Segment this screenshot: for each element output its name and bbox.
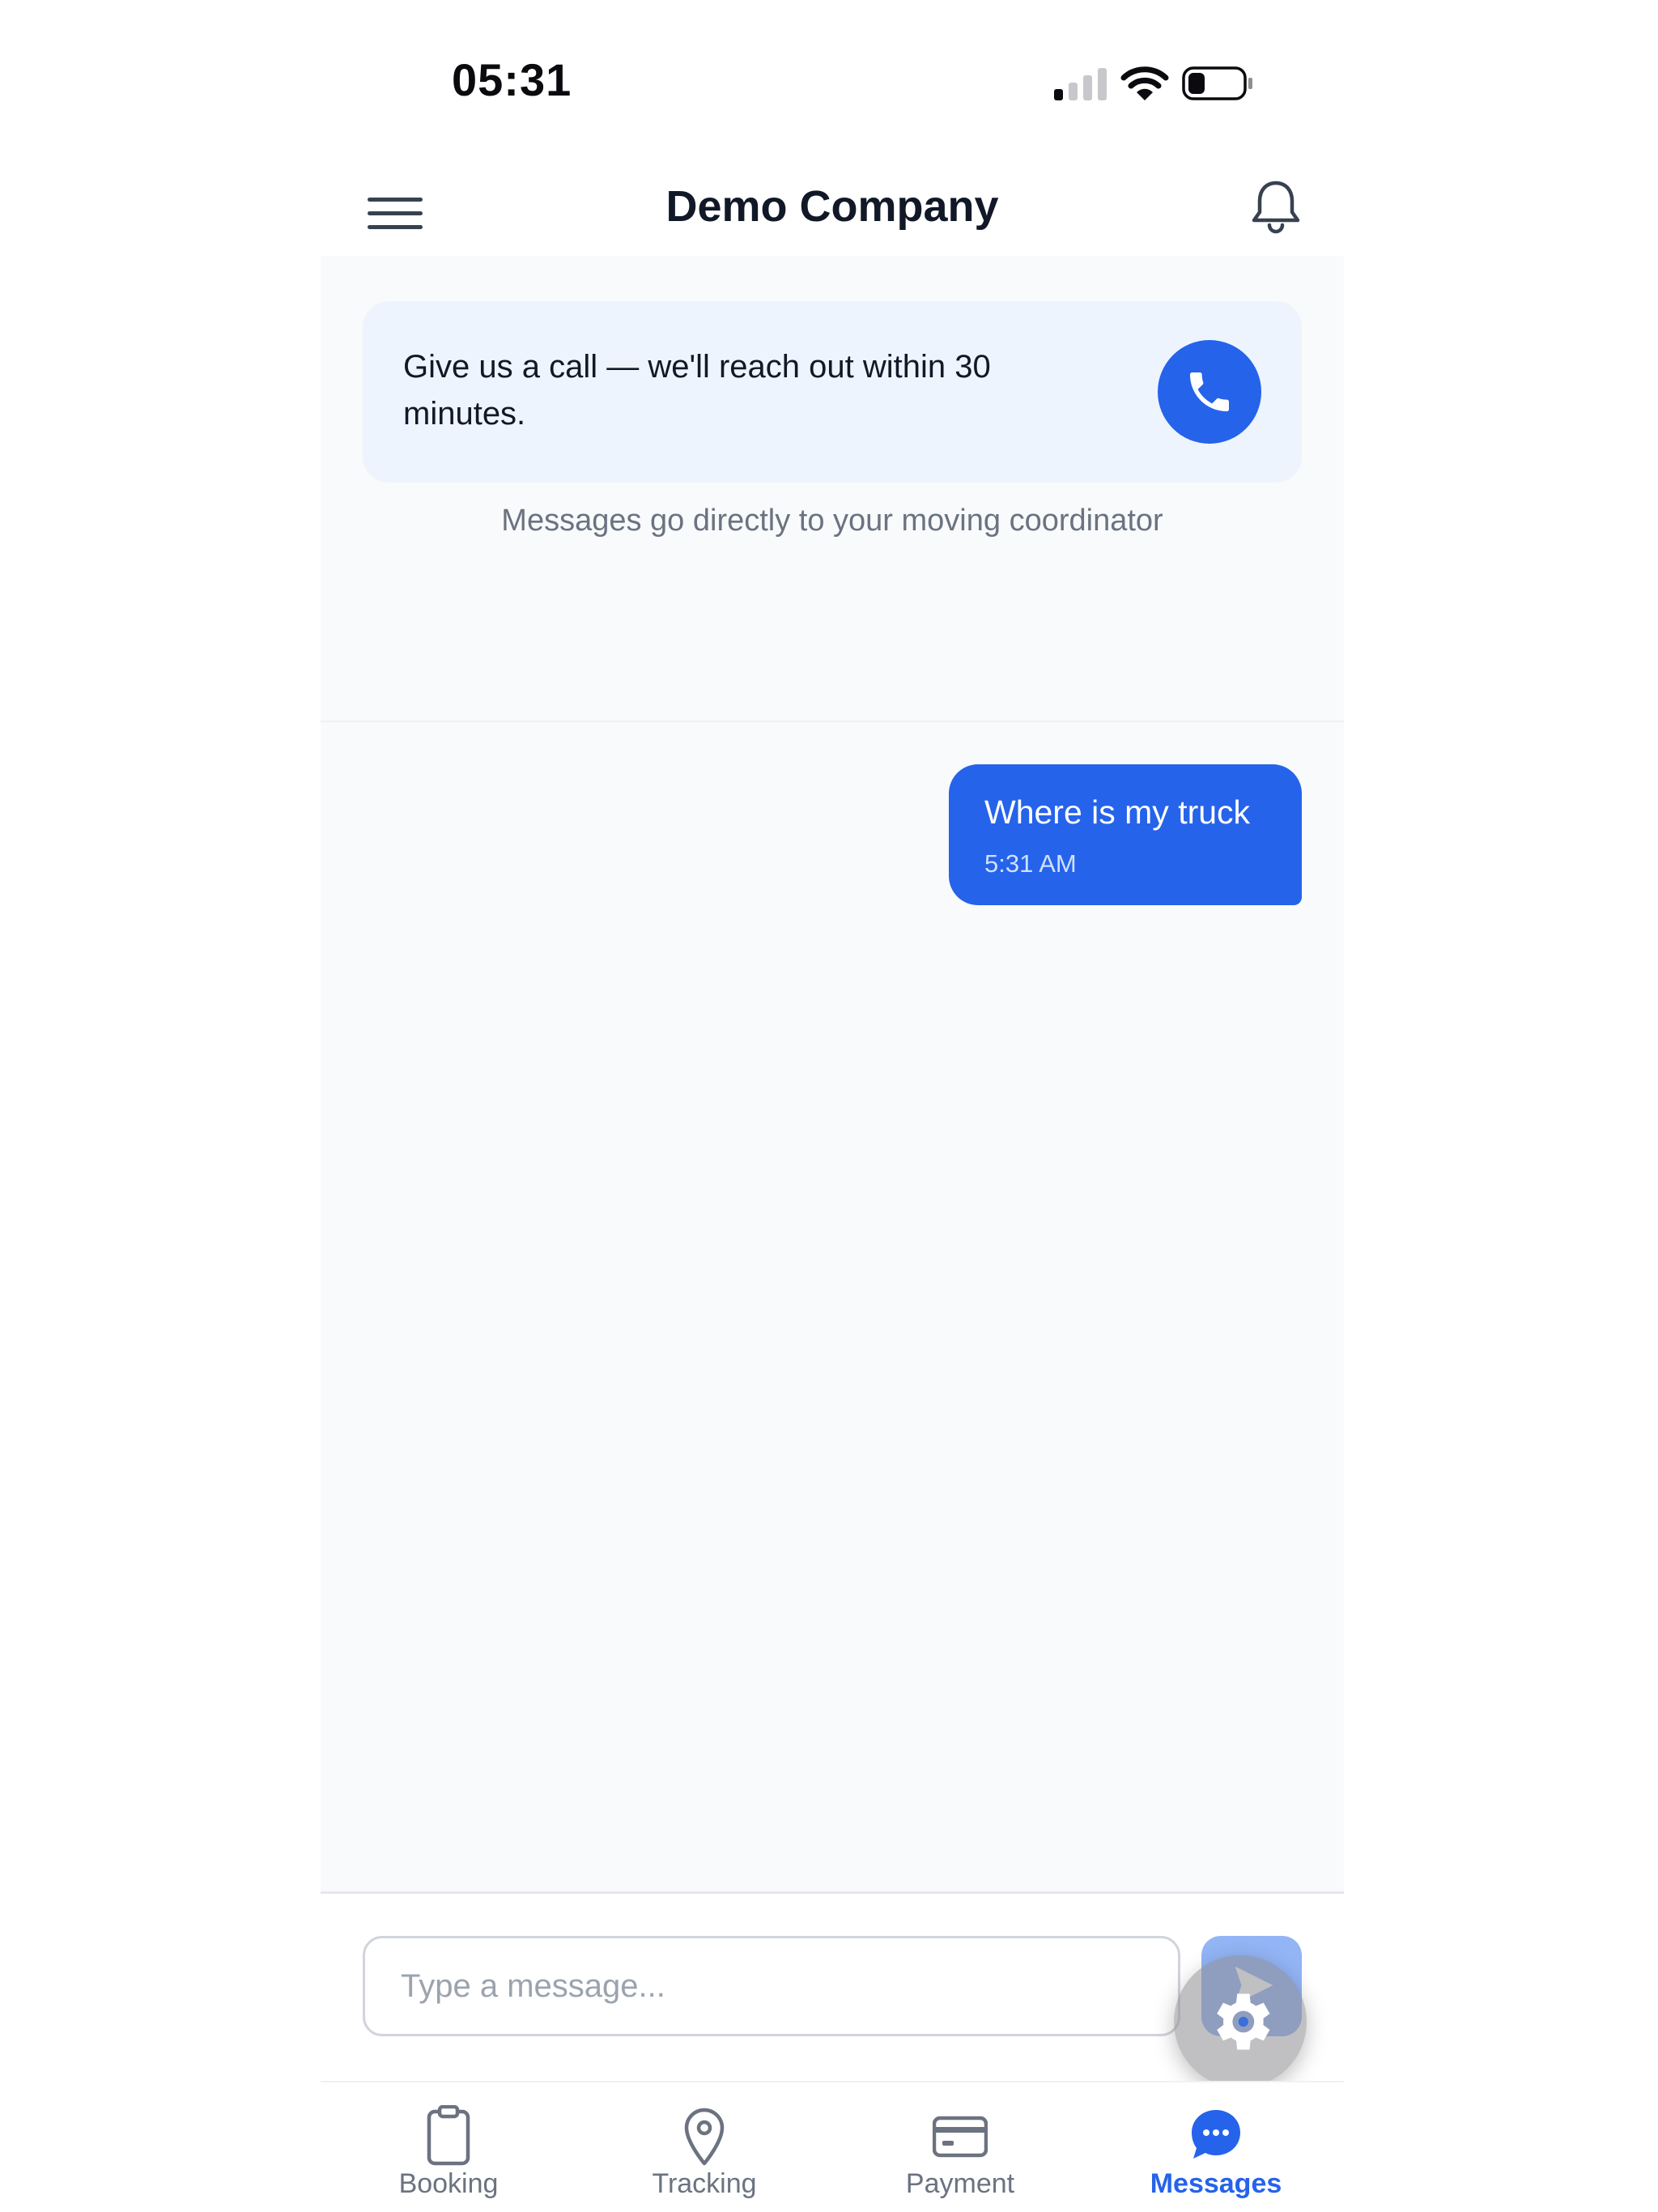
map-pin-icon bbox=[684, 2108, 725, 2166]
message-thread: Where is my truck 5:31 AM bbox=[321, 722, 1344, 2050]
call-button[interactable] bbox=[1158, 340, 1261, 444]
cellular-signal-icon bbox=[1054, 68, 1107, 100]
status-bar: 05:31 bbox=[0, 0, 1658, 154]
call-us-card: Give us a call — we'll reach out within … bbox=[363, 301, 1302, 483]
top-app-bar: Demo Company bbox=[321, 154, 1344, 256]
gear-icon bbox=[1217, 1993, 1270, 2050]
tab-tracking[interactable]: Tracking bbox=[576, 2082, 832, 2212]
bottom-tab-bar: Booking Tracking Payment Messages bbox=[321, 2081, 1344, 2212]
call-card-text: Give us a call — we'll reach out within … bbox=[403, 349, 991, 432]
clipboard-icon bbox=[427, 2105, 470, 2166]
coordinator-note: Messages go directly to your moving coor… bbox=[501, 504, 1163, 538]
outgoing-message-bubble[interactable]: Where is my truck 5:31 AM bbox=[949, 764, 1302, 905]
tab-label-payment: Payment bbox=[905, 2168, 1015, 2199]
message-timestamp: 5:31 AM bbox=[984, 849, 1077, 878]
status-time: 05:31 bbox=[452, 54, 572, 105]
page-title: Demo Company bbox=[665, 182, 999, 231]
phone-icon bbox=[1190, 372, 1229, 411]
tab-label-tracking: Tracking bbox=[652, 2168, 757, 2199]
tab-messages[interactable]: Messages bbox=[1088, 2082, 1344, 2212]
tab-label-booking: Booking bbox=[398, 2168, 499, 2199]
settings-floating-button[interactable] bbox=[1174, 1955, 1307, 2088]
credit-card-icon bbox=[933, 2116, 988, 2158]
messages-screen: Demo Company Give us a call — we'll reac… bbox=[321, 154, 1344, 2212]
wifi-icon bbox=[1120, 66, 1169, 100]
battery-icon bbox=[1182, 66, 1252, 100]
message-input[interactable] bbox=[363, 1936, 1180, 2036]
notification-bell-icon[interactable] bbox=[1250, 178, 1302, 235]
message-composer bbox=[321, 1891, 1344, 2088]
device-screen: 05:31 Demo Company Give us a call — we'l… bbox=[0, 0, 1658, 2212]
tab-booking[interactable]: Booking bbox=[321, 2082, 576, 2212]
message-text: Where is my truck bbox=[984, 793, 1251, 831]
tab-payment[interactable]: Payment bbox=[832, 2082, 1088, 2212]
contact-info-section: Give us a call — we'll reach out within … bbox=[321, 256, 1344, 722]
tab-label-messages: Messages bbox=[1150, 2168, 1282, 2199]
chat-bubble-icon bbox=[1192, 2110, 1240, 2159]
